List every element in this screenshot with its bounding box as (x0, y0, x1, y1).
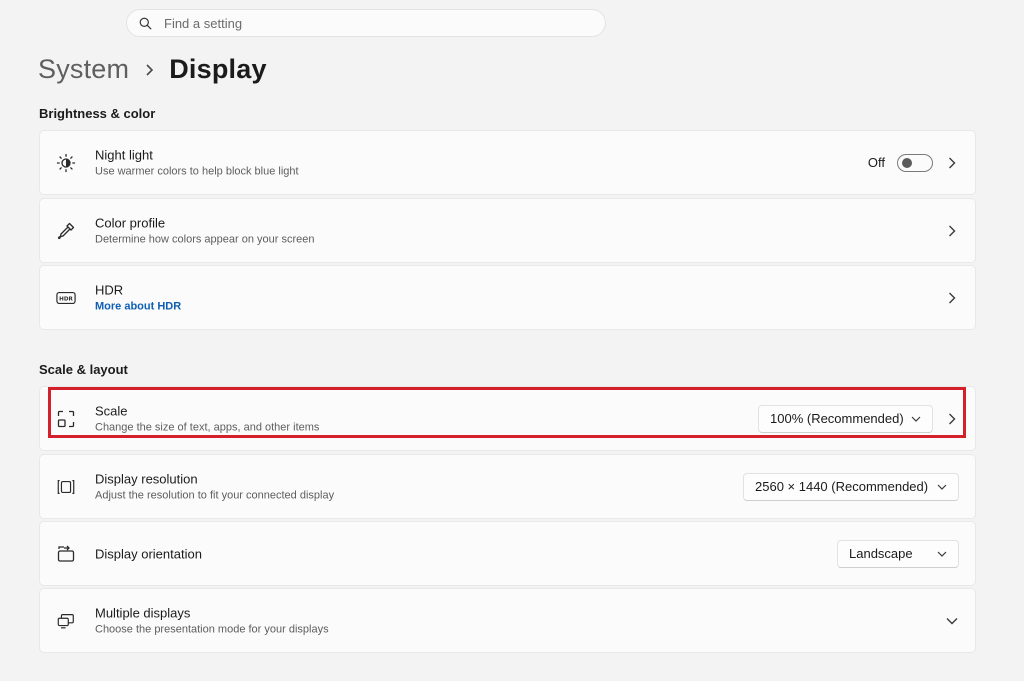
multiple-displays-title: Multiple displays (95, 605, 191, 620)
orientation-dropdown[interactable]: Landscape (837, 539, 959, 568)
color-profile-desc: Determine how colors appear on your scre… (95, 233, 315, 245)
search-box[interactable] (126, 9, 606, 37)
display-resolution-title: Display resolution (95, 471, 198, 486)
scale-desc: Change the size of text, apps, and other… (95, 421, 320, 433)
scale-icon (56, 409, 76, 429)
chevron-down-icon[interactable] (945, 614, 959, 628)
night-light-toggle[interactable] (897, 153, 933, 172)
chevron-right-icon[interactable] (945, 412, 959, 426)
resolution-dropdown-value: 2560 × 1440 (Recommended) (755, 479, 929, 494)
chevron-down-icon (937, 551, 947, 557)
orientation-dropdown-value: Landscape (849, 546, 913, 561)
scale-dropdown[interactable]: 100% (Recommended) (758, 404, 933, 433)
breadcrumb: System Display (38, 54, 267, 85)
orientation-icon (56, 544, 76, 564)
chevron-down-icon (911, 416, 921, 422)
chevron-down-icon (937, 484, 947, 490)
resolution-dropdown[interactable]: 2560 × 1440 (Recommended) (743, 472, 959, 501)
night-light-row[interactable]: Night light Use warmer colors to help bl… (39, 130, 976, 195)
hdr-icon: HDR (56, 288, 76, 308)
display-orientation-row[interactable]: Display orientation Landscape (39, 521, 976, 586)
display-resolution-row[interactable]: Display resolution Adjust the resolution… (39, 454, 976, 519)
display-orientation-title: Display orientation (95, 546, 202, 561)
chevron-right-icon[interactable] (945, 156, 959, 170)
multiple-displays-desc: Choose the presentation mode for your di… (95, 623, 329, 635)
night-light-title: Night light (95, 147, 153, 162)
scale-row[interactable]: Scale Change the size of text, apps, and… (39, 386, 976, 451)
multiple-displays-icon (56, 611, 76, 631)
search-icon (139, 17, 152, 29)
section-title-brightness: Brightness & color (39, 106, 156, 121)
night-light-desc: Use warmer colors to help block blue lig… (95, 165, 299, 177)
more-about-hdr-link[interactable]: More about HDR (95, 299, 181, 314)
eyedropper-icon (56, 221, 76, 241)
scale-title: Scale (95, 403, 128, 418)
page-title: Display (169, 54, 267, 84)
breadcrumb-chevron-icon (145, 63, 155, 77)
search-input[interactable] (162, 14, 586, 32)
svg-text:HDR: HDR (59, 296, 73, 302)
chevron-right-icon[interactable] (945, 291, 959, 305)
sun-moon-icon (56, 153, 76, 173)
multiple-displays-row[interactable]: Multiple displays Choose the presentatio… (39, 588, 976, 653)
color-profile-title: Color profile (95, 215, 166, 230)
color-profile-row[interactable]: Color profile Determine how colors appea… (39, 198, 976, 263)
section-title-scale-layout: Scale & layout (39, 362, 128, 377)
display-resolution-desc: Adjust the resolution to fit your connec… (95, 489, 335, 501)
resolution-icon (56, 477, 76, 497)
hdr-row[interactable]: HDR HDR More about HDR (39, 265, 976, 330)
night-light-state: Off (867, 155, 885, 170)
chevron-right-icon[interactable] (945, 224, 959, 238)
scale-dropdown-value: 100% (Recommended) (770, 411, 904, 426)
breadcrumb-system[interactable]: System (38, 54, 129, 85)
hdr-title: HDR (95, 282, 124, 297)
